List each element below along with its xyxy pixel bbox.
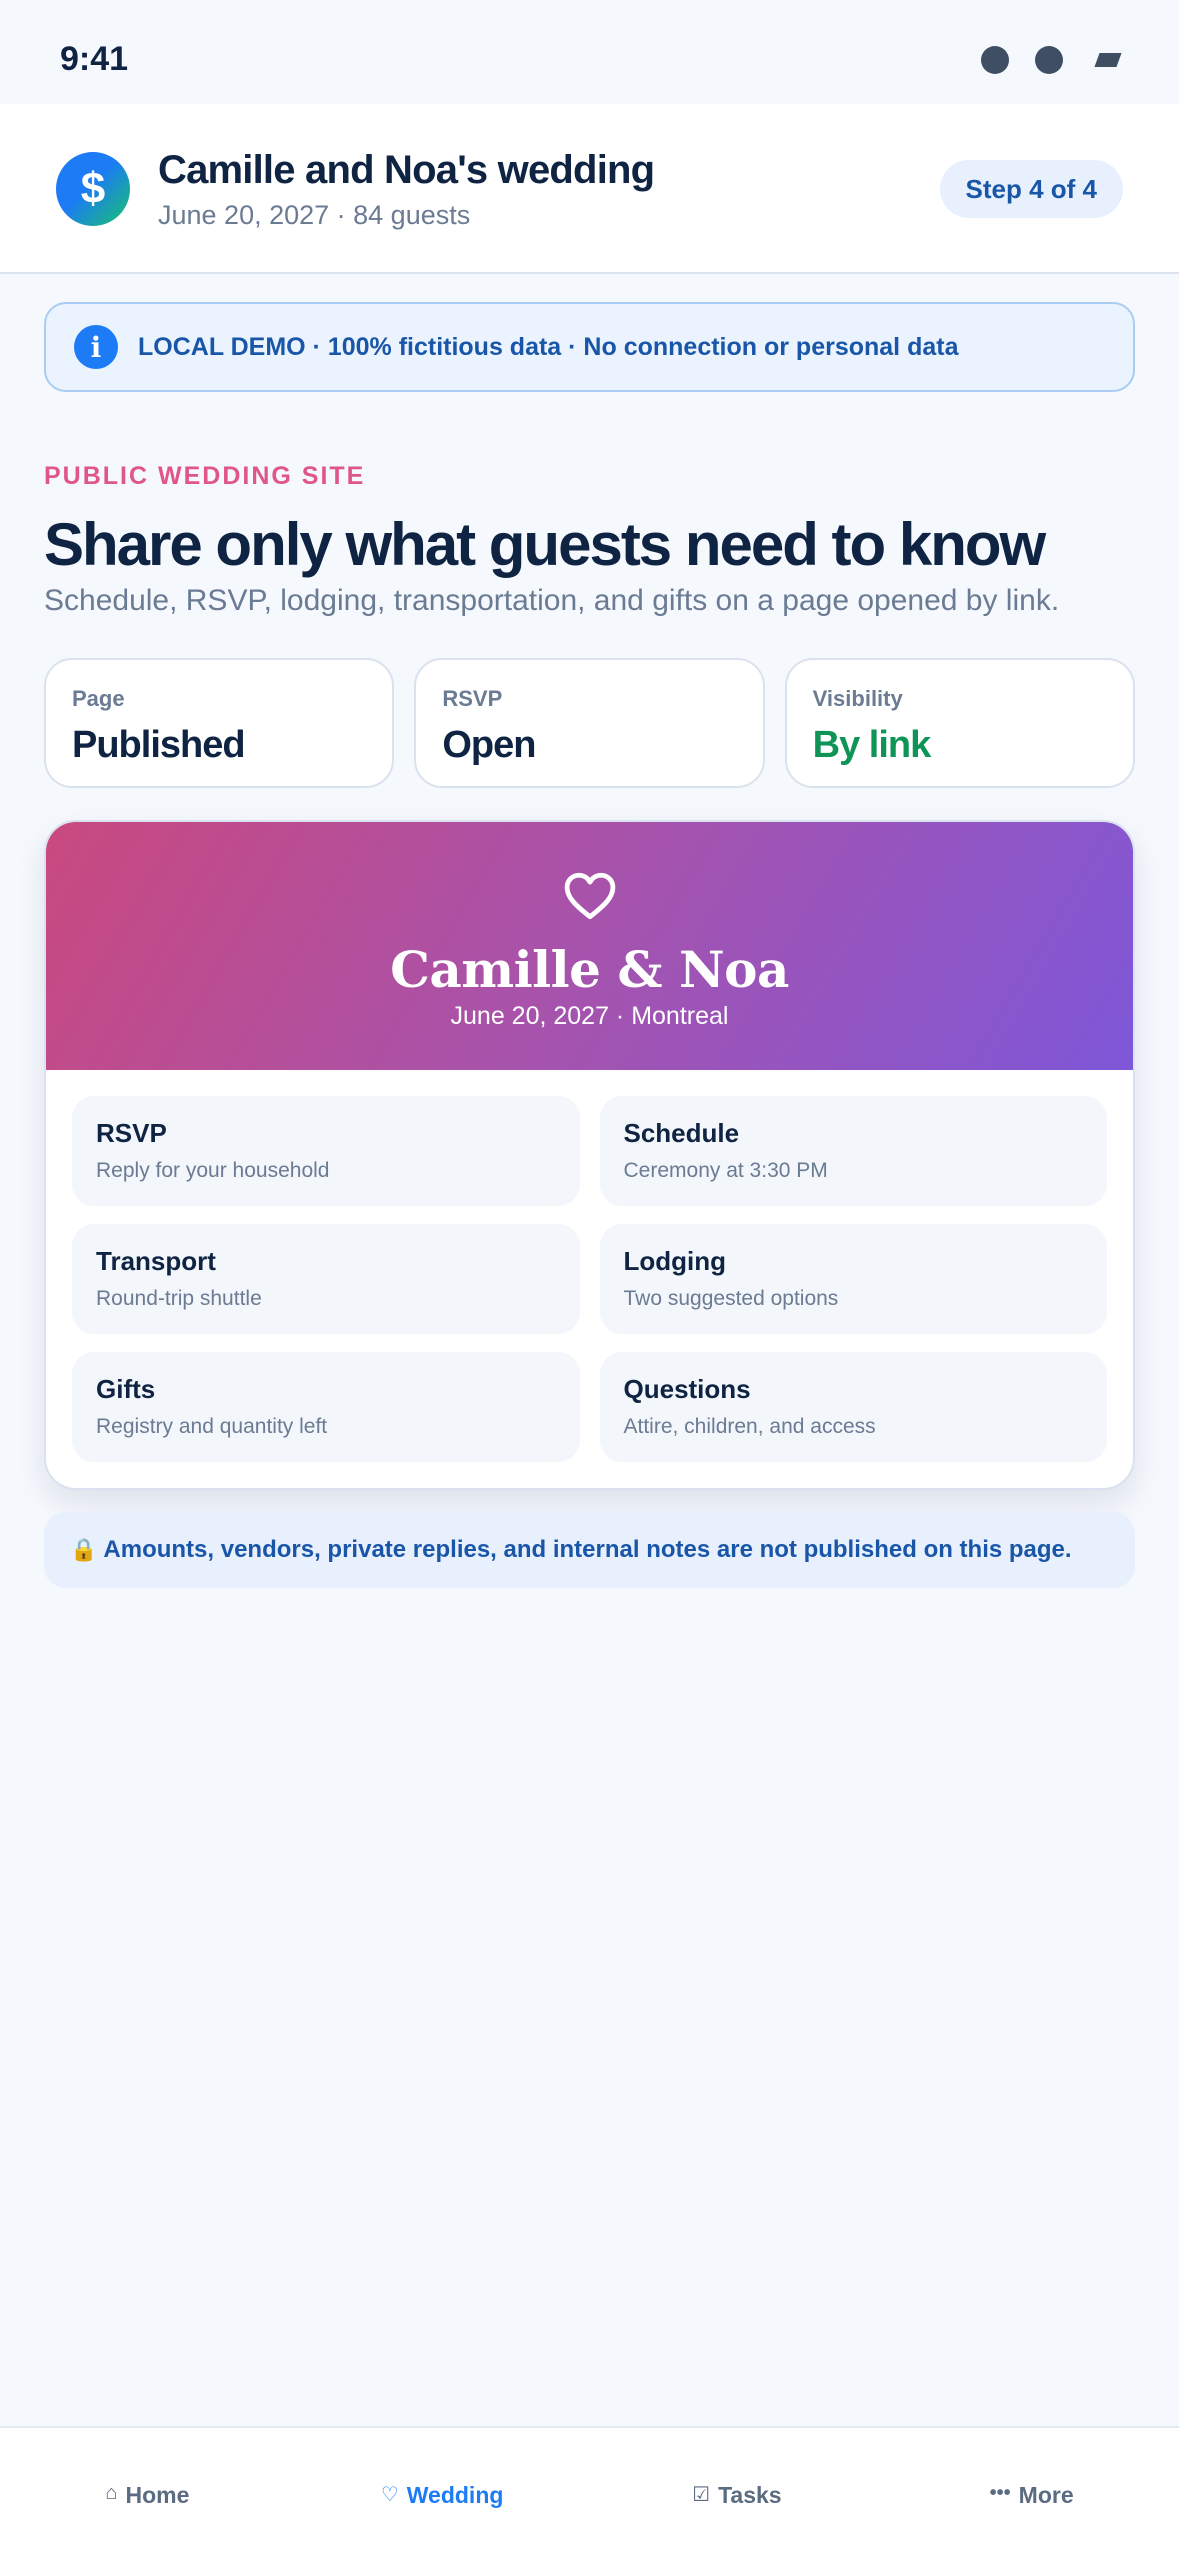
stat-value: Published [72,724,246,766]
status-time: 9:41 [60,40,129,78]
stat-value: Open [442,724,536,766]
couple-names: Camille & Noa [390,940,789,999]
demo-banner-text: LOCAL DEMO · 100% fictitious data · No c… [138,332,959,361]
tile-title: Transport [96,1246,216,1276]
heart-icon: ♡ [380,2484,399,2506]
tile-title: Questions [623,1374,751,1404]
page-description: Schedule, RSVP, lodging, transportation,… [44,584,1060,617]
page-title: Share only what guests need to know [44,511,1046,578]
signal-icon [981,46,1009,74]
section-tile-lodging[interactable]: Lodging Two suggested options [599,1224,1107,1334]
section-tile-transport[interactable]: Transport Round-trip shuttle [72,1224,580,1334]
tile-subtitle: Two suggested options [623,1287,839,1310]
nav-item-more[interactable]: ••• More [884,2428,1179,2556]
bottom-nav: ⌂ Home ♡ Wedding ☑ Tasks ••• More [0,2426,1179,2556]
wifi-icon [1035,46,1063,74]
battery-icon [1094,53,1122,67]
wedding-subtitle: June 20, 2027 · 84 guests [158,200,471,230]
lock-icon: 🔒 [70,1537,98,1562]
nav-item-home[interactable]: ⌂ Home [0,2428,295,2556]
wedding-site-screen: 9:41 $ Camille and Noa's wedding June 20… [0,0,1179,2556]
tile-title: Schedule [623,1118,740,1148]
stat-card-rsvp: RSVP Open [414,658,765,788]
site-sections: RSVP Reply for your household Schedule C… [46,1070,1133,1488]
checkbox-icon: ☑ [692,2484,711,2506]
tile-subtitle: Round-trip shuttle [96,1287,262,1310]
nav-label: Home [125,2482,190,2508]
app-header: $ Camille and Noa's wedding June 20, 202… [0,104,1179,274]
site-preview-card: Camille & Noa June 20, 2027 · Montreal R… [44,820,1135,1490]
stat-label: RSVP [442,686,503,711]
section-tile-questions[interactable]: Questions Attire, children, and access [599,1352,1107,1462]
nav-label: More [1018,2482,1074,2508]
stat-label: Visibility [812,686,903,711]
step-badge: Step 4 of 4 [939,160,1123,218]
info-icon: i [74,325,118,369]
stat-card-visibility: Visibility By link [784,658,1135,788]
privacy-note-text: Amounts, vendors, private replies, and i… [103,1536,1072,1563]
tile-title: Gifts [96,1374,156,1404]
section-tile-schedule[interactable]: Schedule Ceremony at 3:30 PM [599,1096,1107,1206]
stat-value: By link [812,724,932,766]
stat-label: Page [72,686,125,711]
section-tile-gifts[interactable]: Gifts Registry and quantity left [72,1352,580,1462]
status-cards: Page Published RSVP Open Visibility By l… [44,658,1135,788]
section-tile-rsvp[interactable]: RSVP Reply for your household [72,1096,580,1206]
tile-title: RSVP [96,1118,167,1148]
stat-card-page: Page Published [44,658,395,788]
tile-title: Lodging [623,1246,727,1276]
nav-item-wedding[interactable]: ♡ Wedding [295,2428,590,2556]
status-icons [981,46,1122,74]
nav-item-tasks[interactable]: ☑ Tasks [590,2428,885,2556]
app-logo-icon: $ [56,152,130,226]
more-icon: ••• [989,2482,1011,2504]
nav-label: Wedding [406,2482,504,2508]
section-eyebrow: PUBLIC WEDDING SITE [44,462,366,490]
demo-banner: i LOCAL DEMO · 100% fictitious data · No… [44,302,1135,392]
tile-subtitle: Attire, children, and access [623,1415,876,1438]
privacy-note: 🔒 Amounts, vendors, private replies, and… [44,1512,1135,1588]
heart-icon [564,872,615,920]
tile-subtitle: Reply for your household [96,1159,330,1182]
status-bar: 9:41 [0,0,1179,104]
site-preview-hero: Camille & Noa June 20, 2027 · Montreal [46,822,1133,1070]
tile-subtitle: Ceremony at 3:30 PM [623,1159,828,1182]
nav-label: Tasks [718,2482,782,2508]
event-date-location: June 20, 2027 · Montreal [450,1002,729,1030]
home-icon: ⌂ [105,2482,118,2504]
tile-subtitle: Registry and quantity left [96,1415,328,1438]
wedding-title: Camille and Noa's wedding [158,148,655,192]
